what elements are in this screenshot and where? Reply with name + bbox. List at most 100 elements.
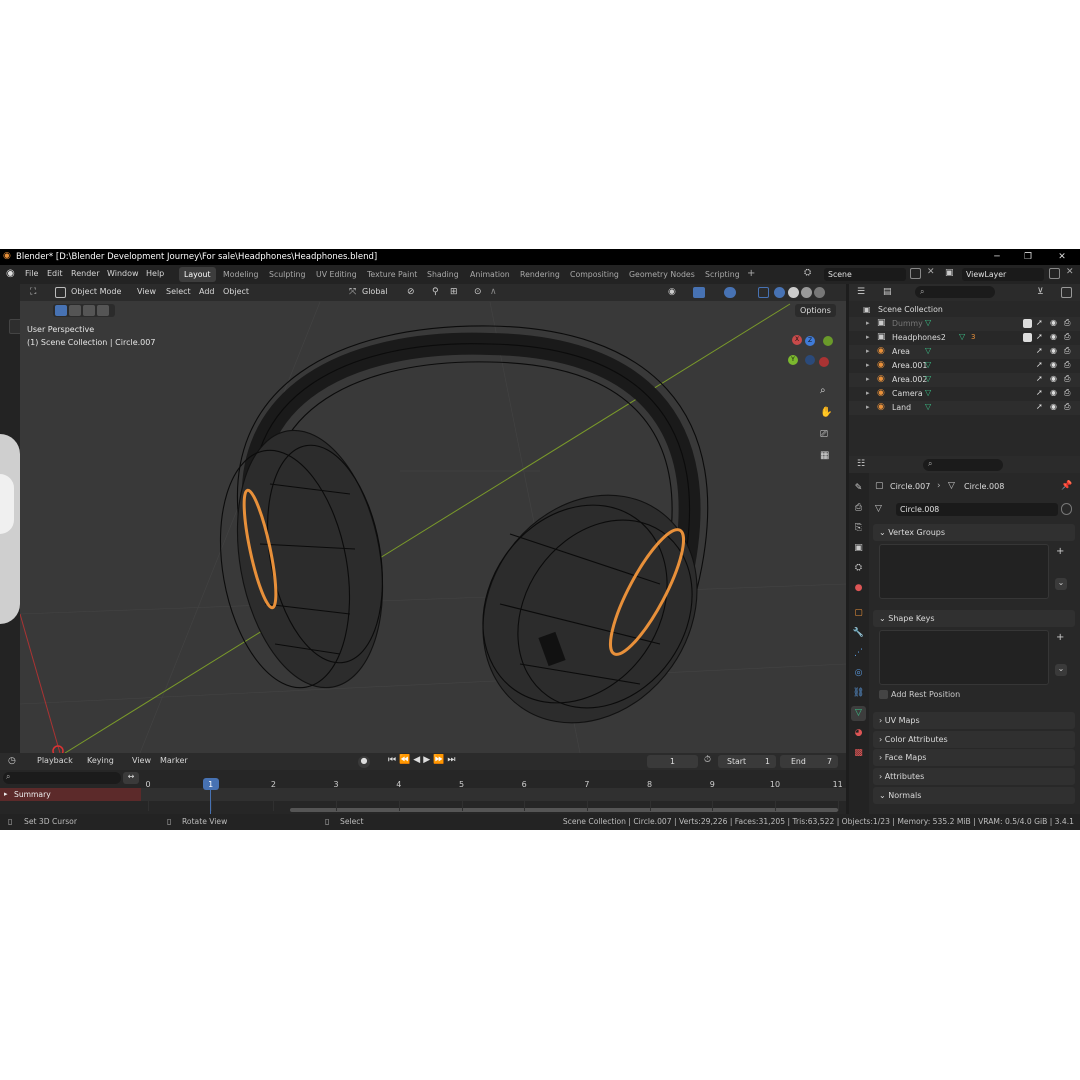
menu-file[interactable]: File [25, 269, 38, 278]
eye-icon[interactable]: ◉ [1050, 346, 1057, 355]
playback-controls[interactable]: ⏮⏪◀▶⏩⏭ [388, 755, 458, 765]
eye-icon[interactable]: ◉ [1050, 332, 1057, 341]
outliner-item[interactable]: ▸ ◉ Land ▽ ➚ ◉ ⎙ [849, 401, 1080, 415]
menu-render[interactable]: Render [71, 269, 99, 278]
tab-scripting[interactable]: Scripting [700, 267, 745, 282]
color-attributes-panel-header[interactable]: › Color Attributes [873, 731, 1075, 748]
timeline-menu-keying[interactable]: Keying [87, 756, 114, 765]
viewport-menu-add[interactable]: Add [199, 287, 215, 296]
camera-render-icon[interactable]: ⎙ [1064, 318, 1070, 328]
gizmo-neg-x-axis[interactable] [819, 357, 829, 367]
scene-icon[interactable]: ⛭ [804, 268, 811, 278]
tab-texture-paint[interactable]: Texture Paint [362, 267, 422, 282]
end-frame-field[interactable]: End 7 [780, 755, 838, 768]
outliner-item[interactable]: ▸ ▣ Dummy ▽ ➚ ◉ ⎙ [849, 317, 1080, 331]
expand-icon[interactable]: ▸ [866, 389, 870, 397]
camera-render-icon[interactable]: ⎙ [1064, 346, 1070, 356]
expand-icon[interactable]: ▸ [866, 347, 870, 355]
gizmo-z-axis[interactable]: Z [805, 336, 815, 346]
tab-geometry-nodes[interactable]: Geometry Nodes [624, 267, 700, 282]
expand-icon[interactable]: ▸ [866, 319, 870, 327]
vertex-groups-list[interactable] [879, 544, 1049, 599]
exclude-checkbox[interactable] [1023, 333, 1032, 342]
close-button[interactable]: ✕ [1047, 250, 1077, 264]
record-button[interactable]: ● [358, 756, 370, 768]
render-tab-icon[interactable]: ⎙ [851, 501, 866, 516]
pivot-point-icon[interactable]: ⊘ [407, 287, 415, 297]
select-subtract-icon[interactable] [83, 305, 95, 316]
wireframe-shading-icon[interactable] [774, 287, 785, 298]
material-shading-icon[interactable] [801, 287, 812, 298]
viewport-menu-select[interactable]: Select [166, 287, 191, 296]
eye-icon[interactable]: ◉ [1050, 388, 1057, 397]
proportional-edit-icon[interactable]: ⊙ [474, 287, 482, 297]
use-preview-range-icon[interactable]: ⏱ [704, 755, 711, 765]
tool-shelf-edge[interactable] [0, 284, 23, 753]
properties-search-input[interactable] [923, 459, 1003, 471]
exclude-checkbox[interactable] [1023, 319, 1032, 328]
filter-icon[interactable]: ⊻ [1037, 287, 1044, 297]
texture-tab-icon[interactable]: ▩ [851, 746, 866, 761]
summary-channel[interactable]: ▸ Summary [0, 788, 141, 801]
view-layer-tab-icon[interactable]: ▣ [851, 541, 866, 556]
expand-icon[interactable]: ▸ [866, 375, 870, 383]
display-mode-icon[interactable]: ▤ [883, 287, 892, 297]
new-scene-icon[interactable] [910, 268, 921, 279]
camera-render-icon[interactable]: ⎙ [1064, 332, 1070, 342]
eye-icon[interactable]: ◉ [1050, 318, 1057, 327]
mesh-data-tab-icon[interactable]: ▽ [851, 706, 866, 721]
timeline-scrollbar[interactable] [290, 808, 838, 812]
selection-mode-group[interactable] [53, 304, 115, 317]
selectable-icon[interactable]: ➚ [1036, 318, 1043, 327]
menu-window[interactable]: Window [107, 269, 139, 278]
attributes-panel-header[interactable]: › Attributes [873, 768, 1075, 785]
tab-layout[interactable]: Layout [179, 267, 216, 282]
perspective-toggle-icon[interactable]: ▦ [820, 450, 829, 461]
vertex-groups-panel-header[interactable]: ⌄ Vertex Groups [873, 524, 1075, 541]
gizmo-toggle-icon[interactable] [693, 287, 705, 298]
mesh-datablock-icon[interactable]: ▽ [875, 504, 882, 514]
select-extend-icon[interactable] [69, 305, 81, 316]
particles-tab-icon[interactable]: ⋰ [851, 646, 866, 661]
outliner-root-row[interactable]: ▣ Scene Collection [849, 303, 1080, 317]
visibility-icon[interactable]: ◉ [668, 287, 676, 297]
channel-search-input[interactable] [3, 772, 121, 784]
outliner-editor-icon[interactable]: ☰ [857, 287, 865, 297]
scene-field[interactable]: Scene [824, 268, 906, 281]
rendered-shading-icon[interactable] [814, 287, 825, 298]
camera-render-icon[interactable]: ⎙ [1064, 388, 1070, 398]
material-tab-icon[interactable]: ◕ [851, 726, 866, 741]
options-dropdown[interactable]: Options [795, 304, 836, 317]
menu-help[interactable]: Help [146, 269, 164, 278]
select-new-icon[interactable] [55, 305, 67, 316]
snap-icon[interactable]: ⚲ [432, 287, 439, 297]
viewport-menu-view[interactable]: View [137, 287, 156, 296]
zoom-icon[interactable]: ⌕ [820, 385, 826, 396]
shape-keys-panel-header[interactable]: ⌄ Shape Keys [873, 610, 1075, 627]
object-tab-icon[interactable]: ▢ [851, 606, 866, 621]
world-tab-icon[interactable]: ● [851, 581, 866, 596]
mode-dropdown[interactable]: Object Mode [71, 287, 121, 296]
outliner-item[interactable]: ▸ ◉ Camera ▽ ➚ ◉ ⎙ [849, 387, 1080, 401]
add-rest-position-checkbox[interactable] [879, 690, 888, 699]
camera-render-icon[interactable]: ⎙ [1064, 360, 1070, 370]
tab-shading[interactable]: Shading [422, 267, 464, 282]
timeline-menu-playback[interactable]: Playback [37, 756, 73, 765]
pan-hand-icon[interactable]: ✋ [820, 407, 832, 418]
uv-maps-panel-header[interactable]: › UV Maps [873, 712, 1075, 729]
new-view-layer-icon[interactable] [1049, 268, 1060, 279]
expand-icon[interactable]: ▸ [866, 403, 870, 411]
camera-render-icon[interactable]: ⎙ [1064, 402, 1070, 412]
camera-render-icon[interactable]: ⎙ [1064, 374, 1070, 384]
properties-editor-icon[interactable]: ☷ [857, 459, 865, 469]
eye-icon[interactable]: ◉ [1050, 402, 1057, 411]
outliner-item[interactable]: ▸ ◉ Area.002 ▽ ➚ ◉ ⎙ [849, 373, 1080, 387]
view-layer-field[interactable]: ViewLayer [962, 268, 1044, 281]
selectable-icon[interactable]: ➚ [1036, 360, 1043, 369]
editor-type-icon[interactable]: ⛶ [30, 287, 36, 297]
tab-modeling[interactable]: Modeling [218, 267, 263, 282]
expand-icon[interactable]: ▸ [866, 361, 870, 369]
tab-sculpting[interactable]: Sculpting [264, 267, 310, 282]
physics-tab-icon[interactable]: ◎ [851, 666, 866, 681]
outliner-search-input[interactable] [915, 286, 995, 298]
